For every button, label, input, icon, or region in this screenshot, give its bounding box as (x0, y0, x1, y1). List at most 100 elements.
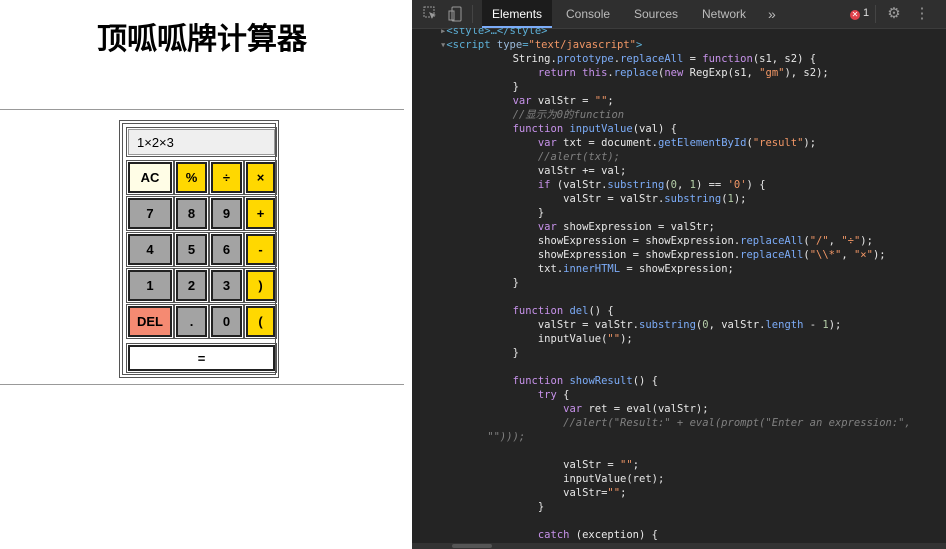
key-minus-button[interactable]: - (246, 234, 275, 265)
key-8-button[interactable]: 8 (176, 198, 207, 229)
code-token: substring (639, 319, 696, 331)
key-plus-button[interactable]: + (246, 198, 275, 229)
key-cell: AC (126, 160, 174, 195)
key-multiply-button[interactable]: × (246, 162, 275, 193)
code-token: ; (632, 459, 640, 471)
code-line: } (462, 80, 519, 94)
key-cell: 7 (126, 196, 174, 231)
code-token: del (569, 305, 589, 317)
code-line: String.prototype.replaceAll = function(s… (462, 52, 816, 66)
code-token: } (462, 207, 545, 219)
equals-button[interactable]: = (128, 345, 275, 371)
key-5-button[interactable]: 5 (176, 234, 207, 265)
code-token: , (828, 235, 842, 247)
code-token: inputValue(ret); (462, 473, 665, 485)
code-token: valStr = valStr. (462, 193, 665, 205)
tab-sources[interactable]: Sources (634, 0, 678, 28)
code-line: ▸<style>…</style> (440, 28, 547, 38)
result-display: 1×2×3 (128, 129, 275, 155)
code-token: '0' (727, 179, 747, 191)
code-token: (valStr. (550, 179, 608, 191)
key-cell: × (244, 160, 277, 195)
key-dot-button[interactable]: . (176, 306, 207, 337)
code-token: getElementById (657, 137, 747, 149)
code-token: inputValue( (462, 333, 608, 345)
code-line: ""))); (462, 430, 525, 444)
code-token: txt = document. (556, 137, 658, 149)
code-line: txt.innerHTML = showExpression; (462, 262, 734, 276)
device-toolbar-icon[interactable] (447, 6, 463, 22)
code-token: if (537, 179, 551, 191)
key-7-button[interactable]: 7 (128, 198, 172, 229)
code-line: return this.replace(new RegExp(s1, "gm")… (462, 66, 829, 80)
code-token: var (512, 95, 532, 107)
code-line: ▾<script type="text/javascript"> (440, 38, 642, 52)
key-0-button[interactable]: 0 (211, 306, 242, 337)
key-cell: ÷ (209, 160, 244, 195)
key-divide-button[interactable]: ÷ (211, 162, 242, 193)
code-token: showResult (569, 375, 633, 387)
key-3-button[interactable]: 3 (211, 270, 242, 301)
code-token: var (563, 403, 583, 415)
more-tabs-icon[interactable]: » (768, 0, 776, 28)
key-ac-button[interactable]: AC (128, 162, 172, 193)
key-lparen-button[interactable]: ( (246, 306, 275, 337)
code-token: } (462, 501, 545, 513)
key-2-button[interactable]: 2 (176, 270, 207, 301)
key-rparen-button[interactable]: ) (246, 270, 275, 301)
inspect-element-icon[interactable] (422, 6, 438, 22)
code-token: (exception) { (569, 529, 658, 541)
calculator-table: 1×2×3 AC% ÷ × 7 8 9 +4 5 6- 1 2 3) DEL. 0( = (119, 120, 279, 378)
code-line: inputValue(ret); (462, 472, 664, 486)
code-token: ""))); (462, 431, 526, 443)
code-token: "" (607, 333, 621, 345)
code-token: //alert("Result:" + eval(prompt("Enter a… (462, 417, 911, 429)
code-token: "" (620, 459, 633, 471)
key-1-button[interactable]: 1 (128, 270, 172, 301)
code-line: //alert(txt); (462, 150, 620, 164)
code-token: valStr = (531, 95, 595, 107)
tab-console[interactable]: Console (566, 0, 610, 28)
tab-elements[interactable]: Elements (482, 0, 553, 28)
code-line: function showResult() { (462, 374, 658, 388)
code-line: } (462, 346, 519, 360)
code-token: (val) { (632, 123, 677, 135)
key-4-button[interactable]: 4 (128, 234, 172, 265)
code-token: ; (607, 95, 614, 107)
code-token: replaceAll (620, 53, 684, 65)
gear-icon[interactable]: ⚙ (886, 6, 902, 22)
code-token: function (512, 375, 564, 387)
code-line: showExpression = showExpression.replaceA… (462, 234, 873, 248)
key-6-button[interactable]: 6 (211, 234, 242, 265)
code-token: > (636, 39, 643, 51)
code-line: } (462, 206, 544, 220)
code-line: valStr = ""; (462, 458, 639, 472)
code-token: () { (588, 305, 614, 317)
code-line: try { (462, 388, 570, 402)
key-percent-button[interactable]: % (176, 162, 207, 193)
code-token: valStr = valStr. (462, 319, 640, 331)
code-line: if (valStr.substring(0, 1) == '0') { (462, 178, 766, 192)
kebab-menu-icon[interactable]: ⋮ (914, 6, 930, 22)
code-token: "" (594, 95, 608, 107)
code-token: replaceAll (740, 249, 804, 261)
key-cell: + (244, 196, 277, 231)
code-token: <script (446, 39, 497, 51)
key-del-button[interactable]: DEL (128, 306, 172, 337)
tab-network[interactable]: Network (702, 0, 746, 28)
code-token: valStr= (462, 487, 608, 499)
key-9-button[interactable]: 9 (211, 198, 242, 229)
devtools-toolbar: Elements Console Sources Network » ✕ 1 ⚙ … (412, 0, 946, 29)
code-line: var valStr = ""; (462, 94, 614, 108)
code-line: valStr = valStr.substring(0, valStr.leng… (462, 318, 842, 332)
code-token: String. (462, 53, 557, 65)
horizontal-scrollbar[interactable] (412, 543, 946, 549)
code-token: innerHTML (563, 263, 621, 275)
code-token: (s1, s2) { (752, 53, 817, 65)
result-cell: 1×2×3 (126, 127, 277, 157)
toolbar-divider-2 (875, 5, 876, 23)
scrollbar-thumb[interactable] (452, 544, 492, 548)
error-badge[interactable]: ✕ 1 (850, 7, 869, 20)
code-token: ret = eval(valStr); (582, 403, 709, 415)
